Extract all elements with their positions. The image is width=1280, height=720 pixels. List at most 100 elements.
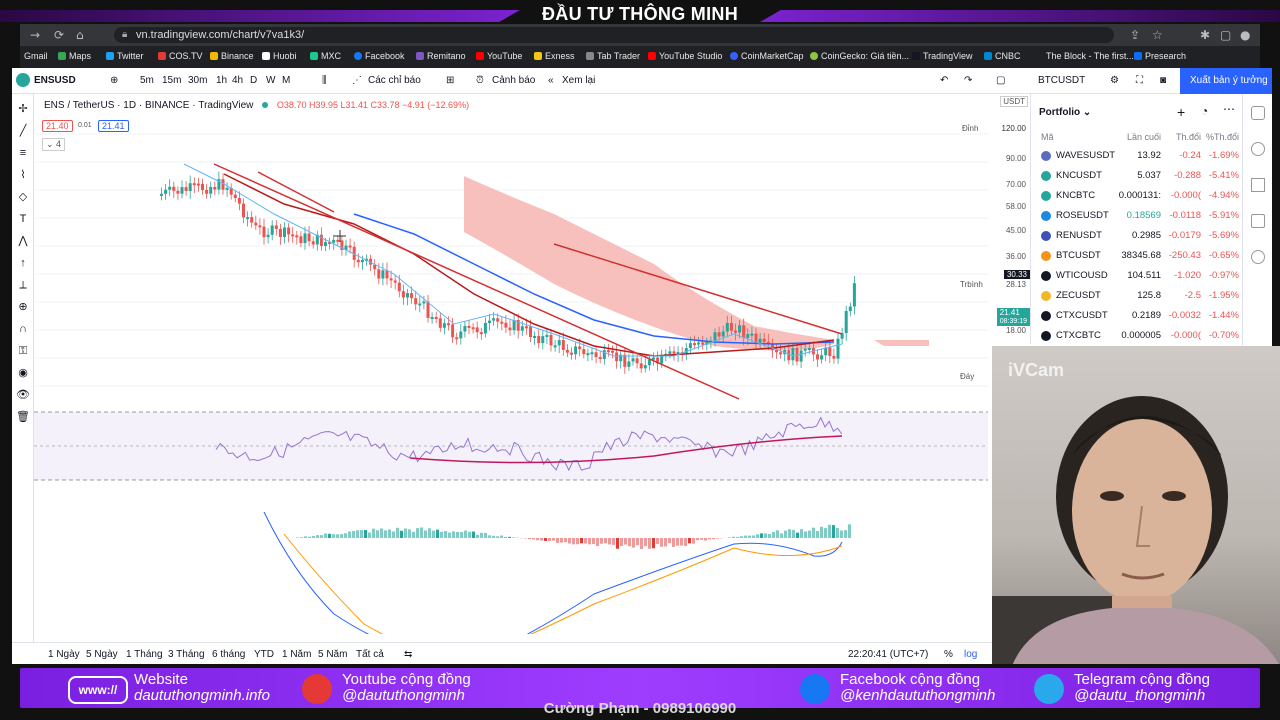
profile-icon[interactable]: ● (1240, 28, 1250, 42)
interval-5m[interactable]: 5m (140, 75, 154, 86)
bookmark-11[interactable]: Tab Trader (586, 51, 640, 61)
price-chart-svg[interactable] (34, 94, 992, 634)
watchlist-row[interactable]: CTXCBTC 0.000005 -0.000(-0.70% (1031, 326, 1243, 346)
undo-icon[interactable]: ↶ (940, 75, 948, 86)
bookmark-13[interactable]: CoinMarketCap (730, 51, 804, 61)
range-1y[interactable]: 1 Năm (282, 649, 311, 660)
lock-tool-icon[interactable]: ⚿ (16, 344, 30, 358)
bookmark-17[interactable]: The Block - The first... (1046, 51, 1134, 61)
watchlist-row[interactable]: BTCUSDT 38345.68 -250.43 -0.65% (1031, 246, 1243, 266)
bookmark-14[interactable]: CoinGecko: Giá tiền... (810, 51, 909, 61)
redo-icon[interactable]: ↷ (964, 75, 972, 86)
reload-icon[interactable]: ⟳ (54, 28, 64, 42)
watchlist-view-icon[interactable]: ◔ (1201, 104, 1208, 118)
watchlist-row[interactable]: KNCUSDT 5.037 -0.288 -5.41% (1031, 166, 1243, 186)
replay-button[interactable]: Xem lại (562, 75, 595, 86)
range-6m[interactable]: 6 tháng (212, 649, 245, 660)
website-block[interactable]: Website daututhongminh.info (134, 672, 270, 704)
chart-type-icon[interactable]: ⫼ (322, 75, 327, 86)
bookmark-0[interactable]: Gmail (24, 51, 48, 61)
col-change[interactable]: Th.đổi (1176, 132, 1201, 142)
layout-icon[interactable]: ⊞ (446, 75, 454, 86)
bookmark-15[interactable]: TradingView (912, 51, 973, 61)
indicators-button[interactable]: Các chỉ báo (368, 75, 421, 86)
range-5d[interactable]: 5 Ngày (86, 649, 118, 660)
bookmark-10[interactable]: Exness (534, 51, 575, 61)
watchlist-row[interactable]: RENUSDT 0.2985 -0.0179 -5.69% (1031, 226, 1243, 246)
telegram-block[interactable]: Telegram cộng đồng @dautu_thongminh (1074, 672, 1210, 704)
bookmark-6[interactable]: MXC (310, 51, 341, 61)
bookmark-16[interactable]: CNBC (984, 51, 1021, 61)
shape-tool-icon[interactable]: ◇ (16, 190, 30, 204)
fullscreen-box-icon[interactable]: ▢ (996, 75, 1005, 86)
col-last[interactable]: Lần cuối (1127, 132, 1161, 142)
trendline-tool-icon[interactable]: ╱ (16, 124, 30, 138)
watchlist-row[interactable]: WTICOUSD 104.511 -1.020 -0.97% (1031, 266, 1243, 286)
calendar-sidebar-icon[interactable] (1251, 250, 1265, 264)
bookmark-12[interactable]: YouTube Studio (648, 51, 722, 61)
alert-button[interactable]: Cảnh báo (492, 75, 535, 86)
window-icon[interactable]: ▢ (1220, 28, 1231, 42)
interval-d[interactable]: D (250, 75, 257, 86)
share-icon[interactable]: ⇪ (1130, 28, 1140, 42)
range-1d[interactable]: 1 Ngày (48, 649, 80, 660)
star-icon[interactable]: ☆ (1152, 28, 1163, 42)
interval-w[interactable]: W (266, 75, 275, 86)
watchlist-row[interactable]: KNCBTC 0.000131: -0.000(-4.94% (1031, 186, 1243, 206)
export-idea-button[interactable]: Xuất bản ý tưởng (1180, 68, 1272, 94)
clock[interactable]: 22:20:41 (UTC+7) (848, 649, 928, 660)
zoom-tool-icon[interactable]: ⊕ (16, 300, 30, 314)
add-symbol-plus-icon[interactable]: + (1177, 104, 1185, 120)
brush-tool-icon[interactable]: ⌇ (16, 168, 30, 182)
col-pct[interactable]: %Th.đổi (1206, 132, 1239, 142)
interval-15m[interactable]: 15m (162, 75, 181, 86)
watchlist-row[interactable]: ROSEUSDT 0.18569 -0.0118 -5.91% (1031, 206, 1243, 226)
range-ytd[interactable]: YTD (254, 649, 274, 660)
bookmark-7[interactable]: Facebook (354, 51, 405, 61)
back-icon[interactable]: → (30, 28, 40, 42)
interval-4h[interactable]: 4h (232, 75, 243, 86)
bookmark-2[interactable]: Twitter (106, 51, 144, 61)
log-toggle[interactable]: log (964, 649, 977, 660)
url-field[interactable]: 🔒︎ vn.tradingview.com/chart/v7va1k3/ (114, 27, 1114, 43)
bookmark-3[interactable]: COS.TV (158, 51, 203, 61)
hotlist-sidebar-icon[interactable] (1251, 214, 1265, 228)
range-5y[interactable]: 5 Năm (318, 649, 347, 660)
hide-tool-icon[interactable]: ◉ (16, 366, 30, 380)
magnet-tool-icon[interactable]: ∩ (16, 322, 30, 336)
facebook-block[interactable]: Facebook cộng đồng @kenhdaututhongminh (840, 672, 995, 704)
interval-m[interactable]: M (282, 75, 290, 86)
camera-icon[interactable]: ◙ (1160, 75, 1166, 86)
settings-icon[interactable]: ⚙ (1110, 75, 1119, 86)
home-icon[interactable]: ⌂ (76, 28, 84, 42)
interval-30m[interactable]: 30m (188, 75, 207, 86)
ruler-tool-icon[interactable]: ⟂ (16, 278, 30, 292)
goto-date-icon[interactable]: ⇆ (404, 649, 412, 660)
bookmark-9[interactable]: YouTube (476, 51, 522, 61)
fib-tool-icon[interactable]: ≡ (16, 146, 30, 160)
watchlist-row[interactable]: WAVESUSDT 13.92 -0.24 -1.69% (1031, 146, 1243, 166)
col-symbol[interactable]: Mã (1041, 132, 1054, 142)
watchlist-row[interactable]: CTXCUSDT 0.2189 -0.0032 -1.44% (1031, 306, 1243, 326)
range-3m[interactable]: 3 Tháng (168, 649, 205, 660)
bookmark-4[interactable]: Binance (210, 51, 254, 61)
eye-tool-icon[interactable]: 👁︎ (16, 388, 30, 402)
currency-selector[interactable]: USDT (1000, 96, 1028, 107)
extensions-icon[interactable]: ✱ (1200, 28, 1210, 42)
text-tool-icon[interactable]: T (16, 212, 30, 226)
bookmark-5[interactable]: Huobi (262, 51, 297, 61)
data-window-sidebar-icon[interactable] (1251, 178, 1265, 192)
range-1m[interactable]: 1 Tháng (126, 649, 163, 660)
expand-icon[interactable]: ⛶ (1136, 75, 1143, 86)
percent-toggle[interactable]: % (944, 649, 953, 660)
arrow-tool-icon[interactable]: ↑ (16, 256, 30, 270)
compare-symbol[interactable]: BTCUSDT (1038, 75, 1085, 86)
interval-1h[interactable]: 1h (216, 75, 227, 86)
bookmark-18[interactable]: Presearch (1134, 51, 1186, 61)
add-symbol-icon[interactable]: ⊕ (110, 75, 118, 86)
trash-tool-icon[interactable]: 🗑︎ (16, 410, 30, 424)
chart-area[interactable]: ENS / TetherUS · 1D · BINANCE · TradingV… (34, 94, 1030, 666)
more-icon[interactable]: ⋯ (1223, 102, 1235, 116)
watchlist-title[interactable]: Portfolio ⌄ (1039, 107, 1091, 118)
range-all[interactable]: Tất cả (356, 649, 384, 660)
